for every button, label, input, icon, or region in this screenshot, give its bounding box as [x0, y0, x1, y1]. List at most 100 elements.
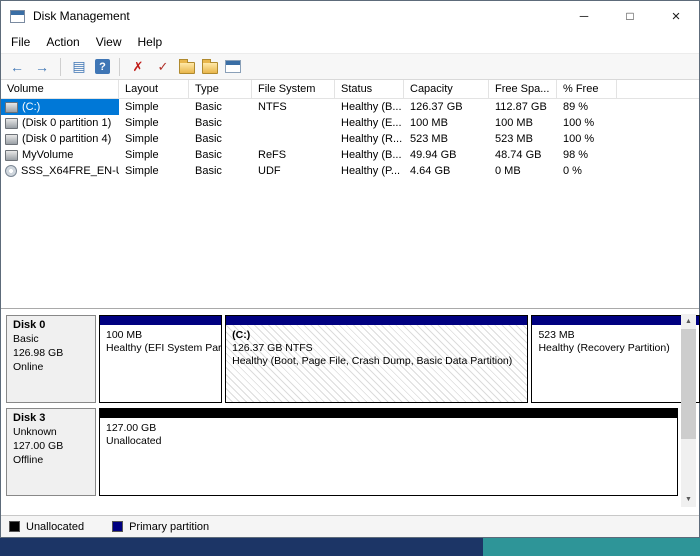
type-cell: Basic [195, 165, 222, 177]
disk-3-partitions: 127.00 GB Unallocated [99, 408, 678, 496]
table-row-partition-1[interactable]: (Disk 0 partition 1) Simple Basic Health… [1, 115, 699, 131]
column-header-status[interactable]: Status [335, 80, 404, 98]
disk-name: Disk 3 [13, 412, 46, 424]
disk-0-row: Disk 0 Basic 126.98 GB Online 100 MB Hea… [6, 315, 700, 403]
primary-partition-swatch [112, 521, 124, 532]
maximize-button[interactable]: □ [607, 1, 653, 31]
volume-icon [5, 149, 18, 161]
volume-name: SSS_X64FRE_EN-U... [21, 165, 119, 177]
volume-name: (Disk 0 partition 1) [22, 117, 112, 129]
scroll-down-icon[interactable]: ▼ [681, 492, 696, 507]
capacity-cell: 126.37 GB [410, 101, 463, 113]
volume-icon [5, 101, 18, 113]
window-pane-icon[interactable] [225, 60, 241, 73]
console-tree-icon[interactable]: ▤ [70, 58, 88, 76]
back-icon[interactable]: ← [8, 58, 26, 76]
free-space-cell: 0 MB [495, 165, 521, 177]
partition-c-drive[interactable]: (C:) 126.37 GB NTFS Healthy (Boot, Page … [225, 315, 529, 403]
file-system-cell: UDF [258, 165, 281, 177]
type-cell: Basic [195, 133, 222, 145]
delete-volume-icon[interactable]: ✗ [129, 58, 147, 76]
column-header-type[interactable]: Type [189, 80, 252, 98]
volume-icon [5, 133, 18, 145]
layout-cell: Simple [125, 133, 159, 145]
column-header-file-system[interactable]: File System [252, 80, 335, 98]
table-row-partition-4[interactable]: (Disk 0 partition 4) Simple Basic Health… [1, 131, 699, 147]
free-space-cell: 112.87 GB [495, 101, 547, 113]
type-cell: Basic [195, 149, 222, 161]
table-row-myvolume[interactable]: MyVolume Simple Basic ReFS Healthy (B...… [1, 147, 699, 163]
folder-up-icon[interactable] [202, 58, 218, 74]
cd-icon [5, 165, 17, 177]
help-icon[interactable]: ? [95, 59, 110, 74]
volume-list-header: Volume Layout Type File System Status Ca… [1, 80, 699, 99]
checkmark-icon[interactable]: ✓ [154, 58, 172, 76]
volume-name-cell: SSS_X64FRE_EN-U... [1, 163, 119, 179]
disk-3-row: Disk 3 Unknown 127.00 GB Offline 127.00 … [6, 408, 678, 496]
partition-status: Healthy (Boot, Page File, Crash Dump, Ba… [232, 355, 513, 367]
volume-list: Volume Layout Type File System Status Ca… [1, 80, 699, 309]
legend-unallocated-label: Unallocated [26, 520, 85, 533]
scrollbar-thumb[interactable] [681, 329, 696, 439]
table-row-install-media[interactable]: SSS_X64FRE_EN-U... Simple Basic UDF Heal… [1, 163, 699, 179]
partition-recovery[interactable]: 523 MB Healthy (Recovery Partition) [531, 315, 700, 403]
folder-icon[interactable] [179, 58, 195, 74]
disk-3-header[interactable]: Disk 3 Unknown 127.00 GB Offline [6, 408, 96, 496]
file-system-cell: NTFS [258, 101, 287, 113]
primary-partition-strip [100, 316, 222, 325]
column-header-free-space[interactable]: Free Spa... [489, 80, 557, 98]
partition-body: 523 MB Healthy (Recovery Partition) [532, 325, 698, 402]
menu-view[interactable]: View [88, 33, 130, 51]
unallocated-region[interactable]: 127.00 GB Unallocated [99, 408, 678, 496]
screen: Disk Management ─ □ × File Action View H… [0, 0, 700, 556]
file-system-cell [252, 131, 335, 147]
forward-icon[interactable]: → [33, 58, 51, 76]
layout-cell: Simple [125, 165, 159, 177]
column-header-volume[interactable]: Volume [1, 80, 119, 98]
type-cell: Basic [195, 117, 222, 129]
window-controls: ─ □ × [561, 1, 699, 31]
menu-help[interactable]: Help [130, 33, 171, 51]
status-cell: Healthy (B... [341, 101, 402, 113]
column-header-percent-free[interactable]: % Free [557, 80, 617, 98]
free-space-cell: 523 MB [495, 133, 533, 145]
partition-status: Healthy (Recovery Partition) [538, 342, 670, 354]
scrollbar-track[interactable] [681, 439, 696, 492]
percent-free-cell: 98 % [563, 149, 589, 161]
volume-name-cell: MyVolume [1, 147, 119, 163]
partition-size: 100 MB [106, 329, 143, 341]
partition-title: (C:) [232, 329, 251, 341]
menu-action[interactable]: Action [38, 33, 87, 51]
disk-state: Offline [13, 454, 44, 466]
minimize-button[interactable]: ─ [561, 1, 607, 31]
table-row-c-drive[interactable]: (C:) Simple Basic NTFS Healthy (B... 126… [1, 99, 699, 115]
volume-name: (Disk 0 partition 4) [22, 133, 112, 145]
graphical-view: Disk 0 Basic 126.98 GB Online 100 MB Hea… [1, 309, 700, 515]
close-button[interactable]: × [653, 1, 699, 31]
unallocated-strip [100, 409, 677, 418]
column-header-filler [617, 80, 699, 98]
unallocated-swatch [9, 521, 20, 532]
percent-free-cell: 100 % [563, 117, 595, 129]
scroll-up-icon[interactable]: ▲ [681, 314, 696, 329]
primary-partition-strip [226, 316, 528, 325]
vertical-scrollbar[interactable]: ▲ ▼ [681, 314, 696, 507]
toolbar: ← → ▤ ? ✗ ✓ [1, 53, 699, 80]
column-header-layout[interactable]: Layout [119, 80, 189, 98]
column-header-capacity[interactable]: Capacity [404, 80, 489, 98]
menu-file[interactable]: File [3, 33, 38, 51]
partition-size: 126.37 GB NTFS [232, 342, 313, 354]
volume-name-cell: (C:) [1, 99, 119, 115]
legend-primary-label: Primary partition [129, 520, 210, 533]
toolbar-separator [119, 57, 120, 76]
disk-size: 126.98 GB [13, 347, 64, 359]
disk-0-header[interactable]: Disk 0 Basic 126.98 GB Online [6, 315, 96, 403]
partition-body-selected: (C:) 126.37 GB NTFS Healthy (Boot, Page … [226, 325, 528, 402]
disk-management-icon [10, 9, 25, 23]
taskbar-item[interactable] [483, 538, 700, 556]
disk-name: Disk 0 [13, 319, 46, 331]
partition-efi[interactable]: 100 MB Healthy (EFI System Partition) [99, 315, 223, 403]
file-system-cell [252, 115, 335, 131]
volume-icon [5, 117, 18, 129]
disk-size: 127.00 GB [13, 440, 64, 452]
